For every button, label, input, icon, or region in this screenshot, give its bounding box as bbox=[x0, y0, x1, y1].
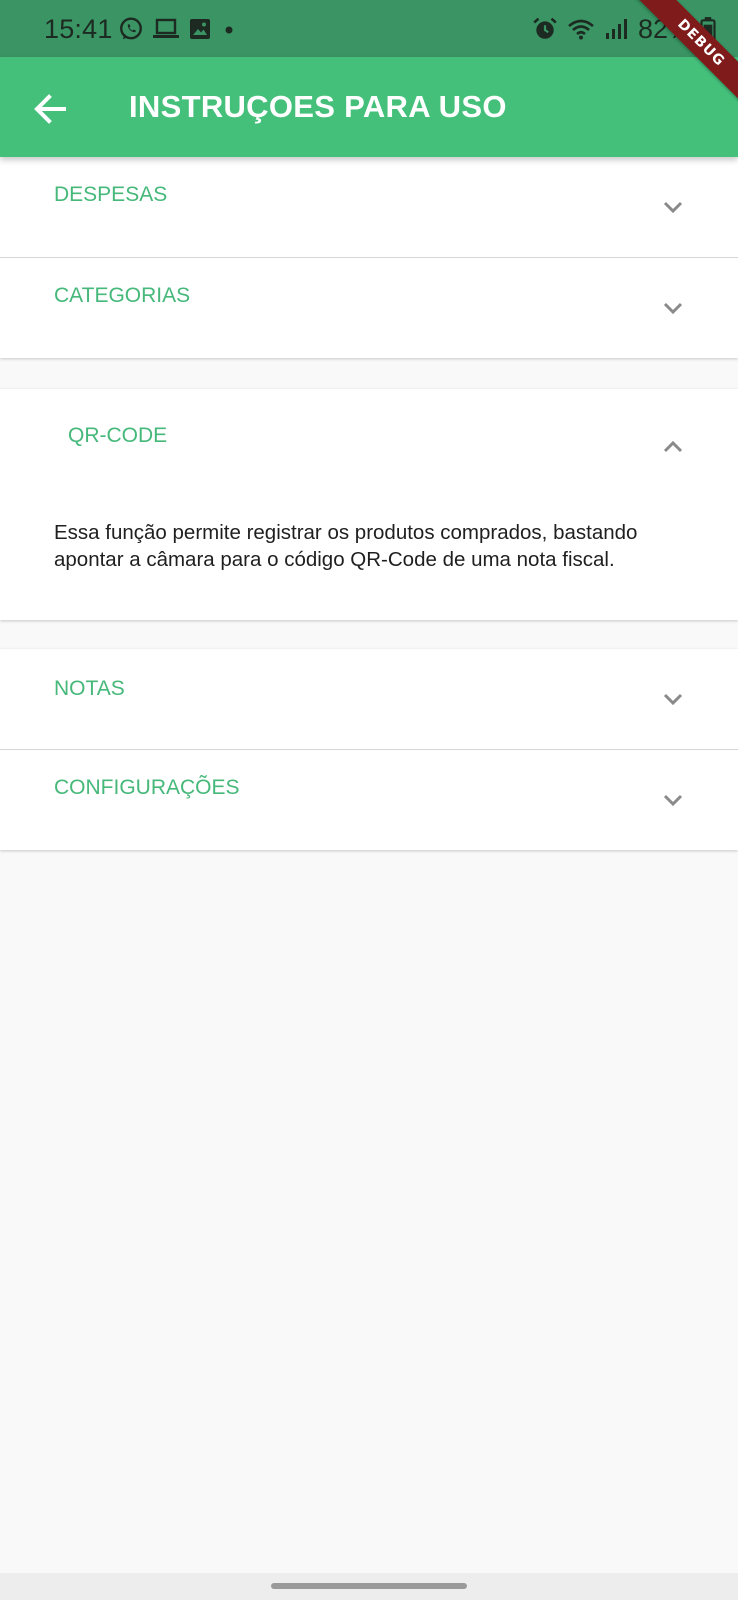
accordion-group-bottom: NOTAS CONFIGURAÇÕES bbox=[0, 649, 738, 850]
dot-icon bbox=[225, 26, 233, 34]
battery-percentage: 82% bbox=[638, 13, 693, 44]
home-indicator-bar[interactable] bbox=[271, 1583, 467, 1589]
chevron-down-icon bbox=[663, 794, 683, 807]
section-qrcode-body: Essa função permite registrar os produto… bbox=[54, 521, 638, 571]
section-categorias-header[interactable]: CATEGORIAS bbox=[0, 257, 738, 358]
section-title: CATEGORIAS bbox=[54, 284, 191, 307]
navigation-bar bbox=[0, 1573, 738, 1600]
section-title: NOTAS bbox=[54, 677, 125, 700]
notification-icons bbox=[118, 14, 238, 44]
section-title: DESPESAS bbox=[54, 183, 168, 206]
arrow-back-icon bbox=[34, 94, 66, 124]
section-title: CONFIGURAÇÕES bbox=[54, 776, 240, 799]
laptop-icon bbox=[153, 18, 179, 38]
signal-icon bbox=[606, 19, 627, 39]
status-time: 15:41 bbox=[44, 14, 113, 44]
section-qrcode-header[interactable]: QR-CODE bbox=[0, 389, 738, 499]
section-title: QR-CODE bbox=[68, 424, 168, 447]
accordion-group-top: DESPESAS CATEGORIAS bbox=[0, 157, 738, 358]
system-icons: 82% bbox=[532, 14, 716, 44]
page-title: INSTRUÇOES PARA USO bbox=[129, 89, 507, 124]
chevron-down-icon bbox=[663, 302, 683, 315]
app-bar: INSTRUÇOES PARA USO bbox=[0, 57, 738, 157]
wifi-icon bbox=[568, 19, 594, 40]
chevron-down-icon bbox=[663, 693, 683, 706]
section-notas-header[interactable]: NOTAS bbox=[0, 649, 738, 749]
image-icon bbox=[190, 19, 210, 39]
back-button[interactable] bbox=[30, 89, 70, 129]
whatsapp-icon bbox=[120, 17, 142, 40]
status-bar: 15:41 82% bbox=[0, 0, 738, 57]
chevron-down-icon bbox=[663, 201, 683, 214]
section-despesas-header[interactable]: DESPESAS bbox=[0, 157, 738, 257]
alarm-icon bbox=[533, 17, 557, 39]
battery-icon bbox=[700, 17, 716, 42]
chevron-up-icon bbox=[663, 440, 683, 453]
section-configuracoes-header[interactable]: CONFIGURAÇÕES bbox=[0, 749, 738, 850]
section-qrcode: QR-CODE Essa função permite registrar os… bbox=[0, 389, 738, 620]
